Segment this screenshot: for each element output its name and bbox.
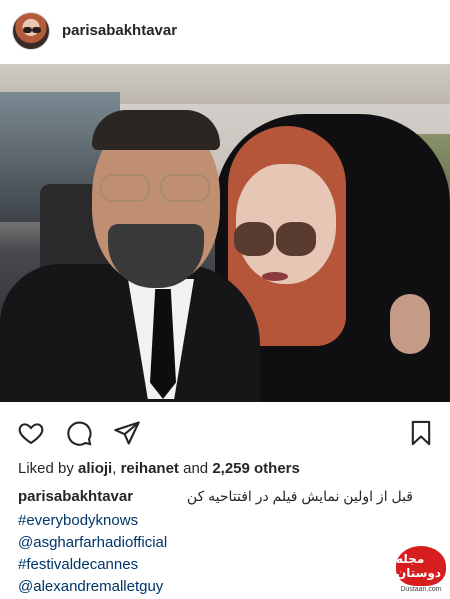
woman-sunglasses-left xyxy=(234,222,274,256)
likes-and: and xyxy=(178,460,213,477)
avatar-sunglasses-right xyxy=(32,27,41,33)
woman-lips xyxy=(262,272,288,281)
likes-prefix: Liked by xyxy=(18,460,79,477)
paper-plane-icon[interactable] xyxy=(112,418,142,448)
likes-summary: Liked by alioji, reihanet and 2,259 othe… xyxy=(18,460,300,477)
watermark-logo: مجله دوستان xyxy=(396,546,446,586)
caption-hashtag-everybodyknows[interactable]: #everybodyknows xyxy=(18,512,138,529)
watermark-site: Dustaan.com xyxy=(400,586,442,593)
caption-hashtag-festivaldecannes[interactable]: #festivaldecannes xyxy=(18,556,138,573)
bookmark-icon[interactable] xyxy=(406,418,436,448)
post-photo[interactable] xyxy=(0,64,450,402)
site-watermark: مجله دوستان Dustaan.com xyxy=(392,546,450,594)
glasses-lens-left xyxy=(100,174,150,202)
header-username[interactable]: parisabakhtavar xyxy=(62,22,177,39)
liker-alioji[interactable]: alioji xyxy=(78,460,112,477)
likes-separator: , xyxy=(112,460,121,477)
heart-icon[interactable] xyxy=(16,418,46,448)
caption-mention-alexandremalletguy[interactable]: @alexandremalletguy xyxy=(18,578,163,595)
likes-count[interactable]: 2,259 others xyxy=(212,460,300,477)
avatar-sunglasses-left xyxy=(23,27,32,33)
comment-bubble-icon[interactable] xyxy=(64,418,94,448)
man-glasses xyxy=(100,174,212,204)
profile-avatar[interactable] xyxy=(12,12,50,50)
man-hand xyxy=(390,294,430,354)
liker-reihanet[interactable]: reihanet xyxy=(121,460,179,477)
caption-text: قبل از اولین نمایش فیلم در افتتاحیه کن xyxy=(186,488,413,504)
man-hair xyxy=(92,110,220,150)
caption-username[interactable]: parisabakhtavar xyxy=(18,488,133,505)
glasses-lens-right xyxy=(160,174,210,202)
post-header: parisabakhtavar xyxy=(0,0,450,64)
caption-mention-asgharfarhadi[interactable]: @asgharfarhadiofficial xyxy=(18,534,167,551)
woman-sunglasses-right xyxy=(276,222,316,256)
action-bar xyxy=(0,402,450,458)
